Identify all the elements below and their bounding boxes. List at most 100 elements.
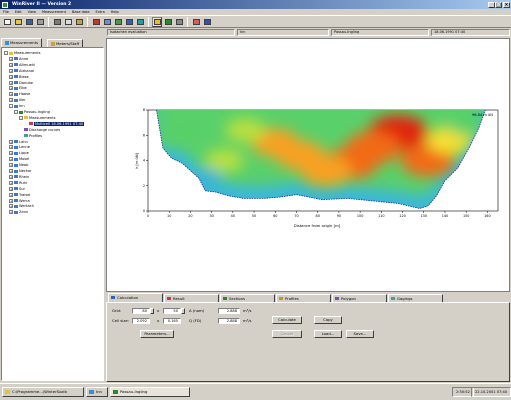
paste-button[interactable] bbox=[74, 17, 84, 27]
tree-node-label: Alzkanal bbox=[19, 68, 35, 73]
save-button[interactable]: Save... bbox=[346, 330, 374, 338]
settings-button[interactable] bbox=[174, 17, 184, 27]
expand-icon[interactable]: + bbox=[9, 192, 13, 197]
collapse-icon[interactable]: - bbox=[19, 115, 23, 120]
tab-gagings[interactable]: Gagings bbox=[388, 294, 443, 302]
tree-node-label: Haase bbox=[19, 92, 31, 97]
river-icon bbox=[14, 75, 18, 79]
expand-icon[interactable]: + bbox=[9, 56, 13, 61]
calculate-button[interactable]: Calculate bbox=[272, 316, 302, 324]
expand-icon[interactable]: + bbox=[9, 92, 13, 97]
toolbar-separator bbox=[48, 16, 49, 27]
expand-icon[interactable]: + bbox=[9, 169, 13, 173]
expand-icon[interactable]: + bbox=[9, 210, 13, 215]
tab-polygon[interactable]: Polygon bbox=[332, 294, 387, 302]
cell-x-separator: x bbox=[157, 318, 160, 323]
collapse-icon[interactable]: - bbox=[4, 51, 8, 55]
minimize-button[interactable]: _ bbox=[488, 1, 495, 8]
print-button[interactable] bbox=[35, 17, 45, 27]
chart-button[interactable] bbox=[91, 17, 101, 27]
tab-result[interactable]: Result bbox=[164, 294, 219, 302]
help-button[interactable] bbox=[202, 17, 212, 27]
river-icon bbox=[14, 151, 18, 155]
table-button[interactable] bbox=[102, 17, 112, 27]
calculation-body: Grid: 80 x 50 A (nom) 2.888 m³/s Cell si… bbox=[106, 302, 510, 382]
measurement-tree[interactable]: - Measurements + Ahne + Altmuehl + Alzkanal + Bie… bbox=[1, 47, 104, 381]
expand-icon[interactable]: + bbox=[9, 68, 13, 73]
chart-corner-label: 96.84 m üN bbox=[472, 113, 493, 117]
toolbar-separator bbox=[87, 16, 88, 27]
new-button[interactable] bbox=[2, 17, 12, 27]
river-icon bbox=[14, 104, 18, 108]
cell-x-input[interactable]: 2.092 bbox=[132, 318, 150, 324]
tree-node-label: Iller bbox=[19, 98, 26, 103]
tab-measurements[interactable]: Measurements bbox=[1, 38, 43, 47]
expand-icon[interactable]: + bbox=[9, 204, 13, 209]
area-value: 2.888 bbox=[218, 308, 240, 314]
cut-button[interactable] bbox=[52, 17, 62, 27]
parameters-button[interactable]: Parameters... bbox=[140, 330, 174, 338]
save-button[interactable] bbox=[24, 17, 34, 27]
expand-icon[interactable]: + bbox=[9, 62, 13, 67]
grid-y-input[interactable]: 50 bbox=[163, 308, 181, 314]
grid-x-spinner[interactable] bbox=[150, 308, 154, 314]
x-tick-label: 20 bbox=[188, 214, 192, 218]
expand-icon[interactable]: + bbox=[9, 163, 13, 168]
copy-button[interactable]: Copy bbox=[314, 316, 342, 324]
toolbar-separator bbox=[187, 16, 188, 27]
expand-icon[interactable]: + bbox=[9, 74, 13, 79]
profile-button[interactable] bbox=[135, 17, 145, 27]
tab-calculation[interactable]: Calculation bbox=[108, 293, 163, 302]
tree-node[interactable]: + Zenn bbox=[9, 209, 28, 215]
expand-icon[interactable]: + bbox=[9, 145, 13, 150]
vertical-button[interactable] bbox=[124, 17, 134, 27]
x-tick-label: 130 bbox=[421, 214, 427, 218]
expand-icon[interactable]: + bbox=[9, 151, 13, 156]
tab-meters-staff[interactable]: Meters/Staff bbox=[47, 39, 84, 47]
expand-icon[interactable]: + bbox=[9, 186, 13, 191]
taskbar-inn[interactable]: Inn bbox=[86, 387, 108, 397]
expand-icon[interactable]: + bbox=[9, 157, 13, 162]
river-icon bbox=[14, 193, 18, 197]
toolbar bbox=[0, 15, 511, 28]
expand-icon[interactable]: + bbox=[9, 139, 13, 144]
river-icon bbox=[14, 140, 18, 143]
calc-button[interactable] bbox=[113, 17, 123, 27]
close-button[interactable]: × bbox=[503, 1, 510, 8]
expand-icon[interactable]: + bbox=[9, 98, 13, 103]
taskbar-passau-ingling[interactable]: Passau-Ingling bbox=[110, 387, 190, 397]
taskbar-explorer[interactable]: C:\Programme...\WinterSozib bbox=[2, 387, 84, 397]
tree-node-label: Danube bbox=[19, 80, 34, 85]
cell-y-input[interactable]: 0.165 bbox=[163, 318, 181, 324]
expand-icon[interactable]: + bbox=[9, 86, 13, 91]
expand-icon[interactable]: + bbox=[9, 174, 13, 179]
open-button[interactable] bbox=[13, 17, 23, 27]
export-button[interactable] bbox=[191, 17, 201, 27]
active-tool-button[interactable] bbox=[152, 16, 162, 27]
grid-x-input[interactable]: 80 bbox=[132, 308, 150, 314]
x-tick-label: 150 bbox=[463, 214, 469, 218]
grid-y-spinner[interactable] bbox=[181, 308, 185, 314]
copy-icon bbox=[64, 18, 72, 25]
x-tick-label: 40 bbox=[231, 214, 235, 218]
map-button[interactable] bbox=[163, 17, 173, 27]
river-icon bbox=[14, 98, 18, 102]
panel-tabs: Calculation Result Sections Profiles Polygon… bbox=[106, 293, 510, 302]
cancel-button[interactable]: Cancel bbox=[272, 330, 302, 338]
collapse-icon[interactable]: - bbox=[14, 110, 18, 114]
load-button[interactable]: Load... bbox=[314, 330, 342, 338]
expand-icon[interactable]: + bbox=[9, 198, 13, 203]
tree-node-label: Measurements bbox=[29, 115, 56, 120]
tab-profiles[interactable]: Profiles bbox=[276, 294, 331, 302]
maximize-button[interactable]: □ bbox=[495, 1, 502, 8]
copy-button[interactable] bbox=[63, 17, 73, 27]
gagings-icon bbox=[391, 297, 395, 300]
toolbar-separator bbox=[148, 16, 149, 27]
expand-icon[interactable]: + bbox=[9, 80, 13, 85]
polygon-icon bbox=[335, 297, 339, 300]
collapse-icon[interactable]: - bbox=[9, 104, 13, 109]
tab-sections[interactable]: Sections bbox=[220, 294, 275, 302]
expand-icon[interactable]: + bbox=[9, 180, 13, 185]
title-bar[interactable]: WinRiver II — Version 2 _ □ × bbox=[0, 0, 511, 9]
tree-node-label: Wertach bbox=[19, 204, 34, 209]
